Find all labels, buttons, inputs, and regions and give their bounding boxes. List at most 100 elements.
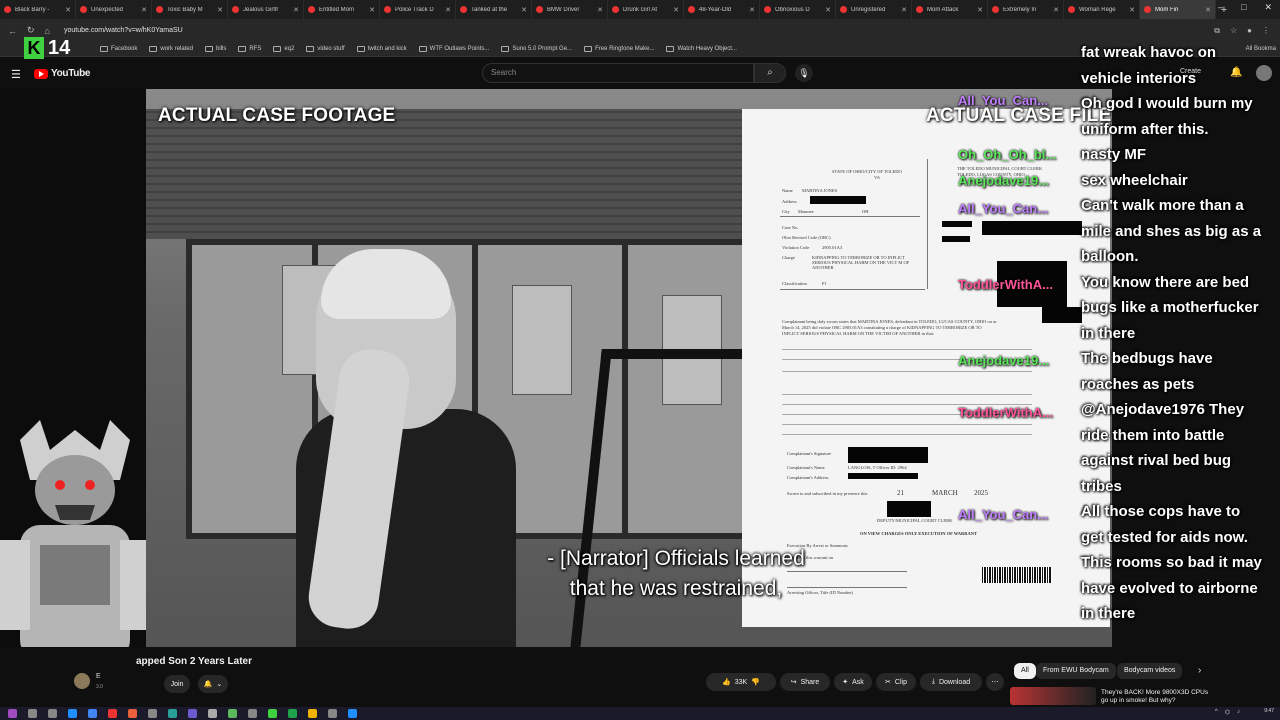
- taskbar-app-icon[interactable]: [128, 709, 137, 718]
- close-tab-icon[interactable]: ✕: [825, 6, 831, 14]
- bookmark-item[interactable]: WTF Outlaws Points...: [418, 46, 489, 52]
- reload-icon[interactable]: ↻: [27, 25, 35, 36]
- close-tab-icon[interactable]: ✕: [1205, 6, 1211, 14]
- like-dislike-button[interactable]: 👍 33K 👎: [706, 673, 776, 691]
- close-tab-icon[interactable]: ✕: [141, 6, 147, 14]
- close-tab-icon[interactable]: ✕: [521, 6, 527, 14]
- bookmark-item[interactable]: Suno 5.0 Prompt Ge...: [501, 46, 572, 52]
- ask-button[interactable]: ✦ Ask: [834, 673, 872, 691]
- bookmark-item[interactable]: Watch Heavy Object...: [666, 46, 737, 52]
- close-window-button[interactable]: ✕: [1264, 2, 1272, 13]
- taskbar-app-icon[interactable]: [148, 709, 157, 718]
- home-icon[interactable]: ⌂: [45, 26, 50, 36]
- taskbar-app-icon[interactable]: [288, 709, 297, 718]
- browser-tab[interactable]: Black Barry - ✕: [0, 0, 76, 19]
- taskbar-app-icon[interactable]: [88, 709, 97, 718]
- bookmark-item[interactable]: twitch and kick: [356, 46, 407, 52]
- close-tab-icon[interactable]: ✕: [901, 6, 907, 14]
- taskbar-app-icon[interactable]: [188, 709, 197, 718]
- filter-chip[interactable]: All: [1014, 663, 1036, 679]
- close-tab-icon[interactable]: ✕: [597, 6, 603, 14]
- profile-icon[interactable]: ●: [1247, 26, 1252, 36]
- taskbar-app-icon[interactable]: [168, 709, 177, 718]
- browser-tab[interactable]: Unregistered ✕: [836, 0, 912, 19]
- browser-tab[interactable]: Unexpected ✕: [76, 0, 152, 19]
- bookmark-star-icon[interactable]: ☆: [1230, 26, 1237, 36]
- voice-search-button[interactable]: 🎙: [795, 64, 813, 82]
- taskbar-app-icon[interactable]: [308, 709, 317, 718]
- channel-avatar[interactable]: [74, 673, 90, 689]
- search-button[interactable]: ⌕: [754, 63, 786, 83]
- bookmark-item[interactable]: bills: [205, 46, 226, 52]
- taskbar-app-icon[interactable]: [68, 709, 77, 718]
- back-icon[interactable]: ←: [8, 26, 17, 36]
- clip-button[interactable]: ✂ Clip: [876, 673, 916, 691]
- close-tab-icon[interactable]: ✕: [977, 6, 983, 14]
- bookmark-item[interactable]: video stuff: [306, 46, 345, 52]
- windows-start-icon[interactable]: [348, 709, 357, 718]
- search-input[interactable]: Search: [482, 63, 754, 83]
- taskbar-app-icon[interactable]: [8, 709, 17, 718]
- browser-tab[interactable]: Police Track D ✕: [380, 0, 456, 19]
- browser-tab[interactable]: Mom Fin ✕: [1140, 0, 1216, 19]
- close-tab-icon[interactable]: ✕: [1129, 6, 1135, 14]
- join-button[interactable]: Join: [164, 675, 190, 693]
- browser-tab[interactable]: Drunk Girl At ✕: [608, 0, 684, 19]
- url-field[interactable]: youtube.com/watch?v=w/hK0YamaSU: [64, 27, 183, 34]
- video-player[interactable]: ACTUAL CASE FOOTAGE STATE OF OHIO/CITY O…: [146, 89, 1112, 647]
- download-button[interactable]: ⤓ Download: [920, 673, 982, 691]
- menu-icon[interactable]: ☰: [11, 68, 21, 81]
- doc-sworn-month: MARCH: [932, 489, 958, 497]
- browser-tab[interactable]: Jealous Girlfr ✕: [228, 0, 304, 19]
- bookmark-item[interactable]: Facebook: [100, 46, 137, 52]
- browser-tab[interactable]: Woman Rege ✕: [1064, 0, 1140, 19]
- browser-tab[interactable]: Entitled Mom ✕: [304, 0, 380, 19]
- bookmark-item[interactable]: RFS: [238, 46, 261, 52]
- browser-tab[interactable]: Extremely In ✕: [988, 0, 1064, 19]
- browser-tab[interactable]: Tanked at the ✕: [456, 0, 532, 19]
- close-tab-icon[interactable]: ✕: [445, 6, 451, 14]
- subscription-bell-button[interactable]: 🔔 ⌄: [198, 675, 228, 693]
- bookmark-item[interactable]: eq2: [273, 46, 294, 52]
- close-tab-icon[interactable]: ✕: [749, 6, 755, 14]
- close-tab-icon[interactable]: ✕: [673, 6, 679, 14]
- filter-chip[interactable]: Bodycam videos: [1117, 663, 1183, 679]
- browser-tab[interactable]: Toxic Baby M ✕: [152, 0, 228, 19]
- browser-tab[interactable]: 48-Year-Old ✕: [684, 0, 760, 19]
- chevron-right-icon[interactable]: ›: [1198, 665, 1201, 676]
- close-tab-icon[interactable]: ✕: [369, 6, 375, 14]
- maximize-button[interactable]: □: [1241, 2, 1246, 13]
- minimize-button[interactable]: –: [1218, 2, 1223, 13]
- youtube-logo[interactable]: YouTube: [34, 68, 91, 79]
- volume-icon[interactable]: ♪: [1237, 709, 1240, 716]
- recommended-thumbnail[interactable]: [1010, 687, 1096, 705]
- browser-tab[interactable]: Obnoxious D ✕: [760, 0, 836, 19]
- taskbar-app-icon[interactable]: [328, 709, 337, 718]
- browser-tab[interactable]: BMW Driver ✕: [532, 0, 608, 19]
- more-actions-button[interactable]: ⋯: [986, 673, 1004, 691]
- share-button[interactable]: ↪ Share: [780, 673, 830, 691]
- taskbar-clock[interactable]: 9:47: [1264, 708, 1274, 714]
- bookmark-item[interactable]: Free Ringtone Make...: [584, 46, 654, 52]
- close-tab-icon[interactable]: ✕: [217, 6, 223, 14]
- taskbar-app-icon[interactable]: [268, 709, 277, 718]
- close-tab-icon[interactable]: ✕: [1053, 6, 1059, 14]
- taskbar-app-icon[interactable]: [48, 709, 57, 718]
- chevron-up-icon[interactable]: ^: [1215, 709, 1218, 716]
- thumbs-down-icon[interactable]: 👎: [751, 678, 760, 686]
- filter-chip[interactable]: From EWU Bodycam: [1036, 663, 1116, 679]
- channel-name[interactable]: E: [96, 673, 101, 680]
- bookmark-item[interactable]: work related: [149, 46, 193, 52]
- close-tab-icon[interactable]: ✕: [65, 6, 71, 14]
- close-tab-icon[interactable]: ✕: [293, 6, 299, 14]
- network-icon[interactable]: ⌬: [1225, 709, 1230, 716]
- recommended-title[interactable]: They're BACK! More 9800X3D CPUs go up in…: [1101, 689, 1211, 705]
- taskbar-app-icon[interactable]: [228, 709, 237, 718]
- taskbar-app-icon[interactable]: [28, 709, 37, 718]
- browser-tab[interactable]: Mom Attack ✕: [912, 0, 988, 19]
- taskbar-app-icon[interactable]: [208, 709, 217, 718]
- menu-dots-icon[interactable]: ⋮: [1262, 26, 1270, 36]
- taskbar-app-icon[interactable]: [108, 709, 117, 718]
- extension-icon[interactable]: ⧉: [1214, 26, 1220, 36]
- taskbar-app-icon[interactable]: [248, 709, 257, 718]
